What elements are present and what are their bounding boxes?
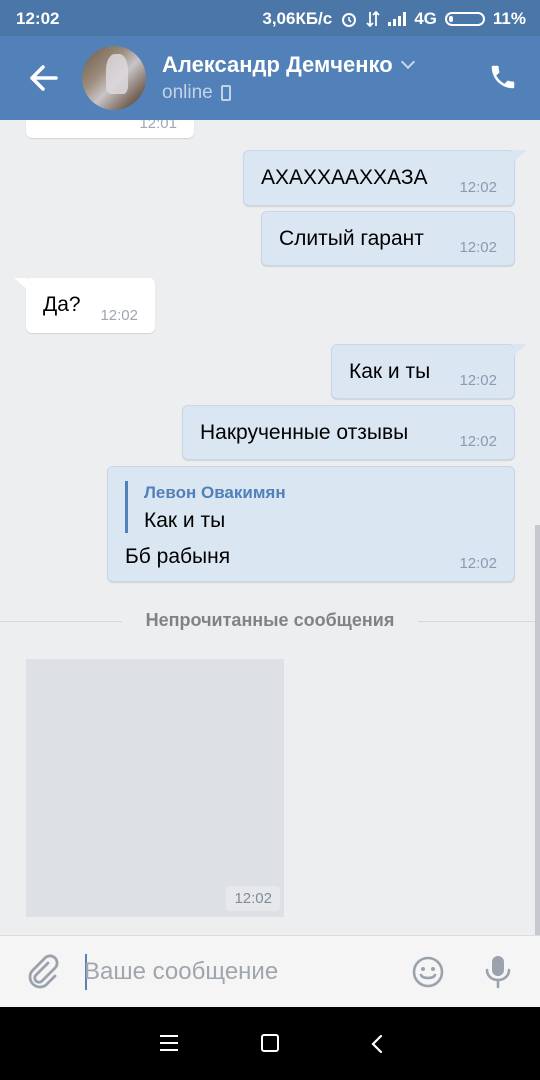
message-composer (0, 935, 540, 1007)
message-time: 12:02 (459, 433, 497, 450)
message-input[interactable] (84, 952, 384, 992)
system-nav-bar (0, 1007, 540, 1080)
chat-header: Александр Демченко online (0, 36, 540, 120)
contact-title[interactable]: Александр Демченко (162, 52, 415, 78)
message-text: Как и ты (349, 360, 431, 383)
battery-level: 11% (492, 9, 526, 28)
bubble-tail (513, 344, 527, 356)
chevron-down-icon (400, 54, 415, 70)
message-outgoing[interactable]: Накрученные отзывы 12:02 (182, 405, 515, 460)
message-outgoing[interactable]: АХАХХААХХАЗА 12:02 (243, 150, 527, 206)
phone-icon[interactable] (488, 62, 518, 92)
reply-text: Как и ты (144, 509, 226, 532)
message-outgoing[interactable]: Слитый гарант 12:02 (261, 211, 515, 266)
message-time: 12:02 (459, 555, 497, 572)
network-type: 4G (414, 9, 437, 28)
message-text: АХАХХААХХАЗА (261, 166, 428, 189)
paperclip-icon[interactable] (26, 954, 60, 990)
reply-author: Левон Овакимян (144, 483, 286, 502)
presence-status: online (162, 82, 231, 104)
message-time: 12:01 (139, 120, 177, 132)
bubble-tail (14, 278, 28, 290)
alarm-icon (342, 13, 357, 27)
avatar[interactable] (82, 46, 146, 110)
message-text: Слитый гарант (279, 227, 424, 250)
battery-icon (444, 12, 485, 26)
home-icon[interactable] (261, 1034, 279, 1052)
presence-text: online (162, 82, 213, 103)
photo-message[interactable]: 12:02 (26, 659, 284, 917)
menu-icon[interactable] (160, 1035, 178, 1051)
smile-icon[interactable] (412, 956, 444, 988)
scrollbar[interactable] (535, 525, 540, 935)
status-icons: 3,06КБ/с 4G 11% (262, 9, 526, 29)
message-time: 12:02 (459, 372, 497, 389)
contact-name: Александр Демченко (162, 52, 393, 77)
message-incoming[interactable]: Да? 12:02 (14, 278, 155, 333)
message-time: 12:02 (459, 179, 497, 196)
message-outgoing-reply[interactable]: Левон Овакимян Как и ты Бб рабыня 12:02 (107, 466, 515, 582)
message-incoming[interactable]: 12:01 (26, 120, 194, 138)
net-speed: 3,06КБ/с (262, 9, 333, 28)
message-list[interactable]: 12:01 АХАХХААХХАЗА 12:02 Слитый гарант 1… (0, 120, 540, 935)
nav-back-icon[interactable] (370, 1034, 384, 1054)
microphone-icon[interactable] (484, 954, 512, 990)
unread-divider: Непрочитанные сообщения (0, 610, 540, 632)
message-time: 12:02 (100, 307, 138, 324)
message-text: Бб рабыня (125, 545, 231, 568)
message-outgoing[interactable]: Как и ты 12:02 (331, 344, 527, 399)
quoted-reply[interactable]: Левон Овакимян Как и ты (125, 481, 286, 533)
status-time: 12:02 (16, 9, 60, 28)
arrow-left-icon[interactable] (26, 60, 60, 96)
divider-line (418, 621, 540, 622)
message-text: Накрученные отзывы (200, 421, 409, 444)
mobile-icon (220, 85, 231, 101)
signal-icon (388, 12, 407, 26)
status-bar: 12:02 3,06КБ/с 4G 11% (0, 0, 540, 36)
bubble-tail (513, 150, 527, 162)
message-time: 12:02 (226, 886, 280, 911)
message-time: 12:02 (459, 239, 497, 256)
data-arrows-icon (366, 10, 380, 28)
message-text: Да? (43, 293, 81, 316)
